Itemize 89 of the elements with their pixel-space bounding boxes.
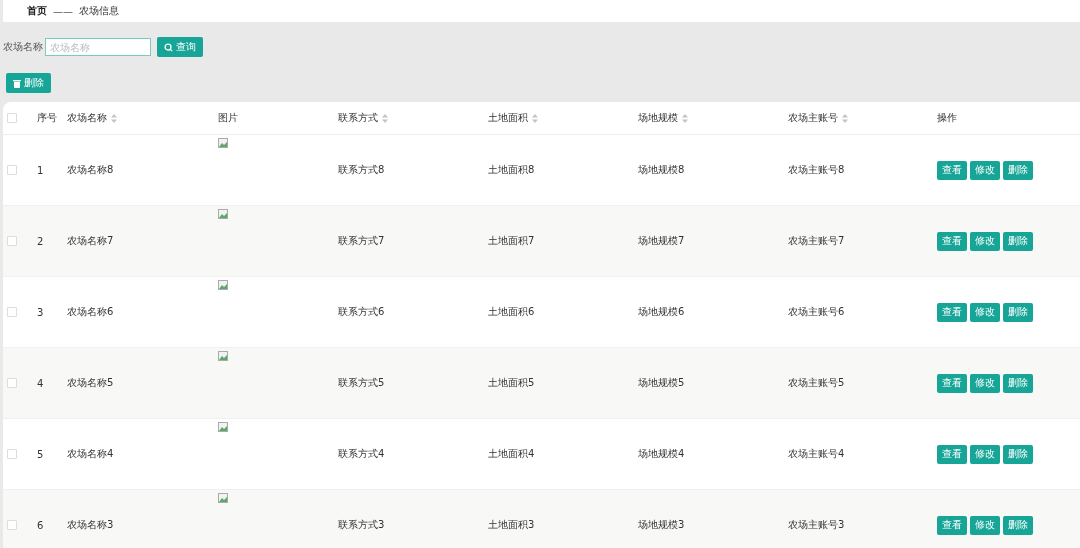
column-header: 图片: [218, 111, 238, 125]
table-cell: 土地面积7: [488, 234, 535, 248]
table-cell: 农场名称6: [67, 305, 114, 319]
table-cell: 土地面积3: [488, 518, 535, 532]
table-cell: 农场主账号7: [788, 234, 845, 248]
table-cell: 联系方式3: [338, 518, 385, 532]
search-field[interactable]: 农场名称: [45, 38, 151, 56]
column-header: 联系方式: [338, 111, 378, 125]
broken-image-icon: [218, 422, 228, 432]
sort-icon[interactable]: [382, 113, 388, 123]
table-cell: 5: [37, 448, 44, 460]
row-checkbox[interactable]: [7, 378, 17, 388]
column-header: 土地面积: [488, 111, 528, 125]
row-checkbox[interactable]: [7, 520, 17, 530]
table-cell: 场地规模8: [638, 163, 685, 177]
row-action-button[interactable]: 修改: [970, 231, 1000, 251]
table-cell: 农场名称7: [67, 234, 114, 248]
select-all-checkbox[interactable]: [7, 113, 17, 123]
row-action-button[interactable]: 删除: [1003, 373, 1033, 393]
row-action-button[interactable]: 删除: [1003, 444, 1033, 464]
row-checkbox[interactable]: [7, 449, 17, 459]
row-checkbox[interactable]: [7, 165, 17, 175]
table-cell: 土地面积5: [488, 376, 535, 390]
breadcrumb-current: 农场信息: [79, 4, 119, 18]
row-action-button[interactable]: 删除: [1003, 515, 1033, 535]
sort-icon[interactable]: [682, 113, 688, 123]
column-header: 农场主账号: [788, 111, 838, 125]
table-cell: 1: [37, 164, 44, 176]
table-cell: 农场主账号3: [788, 518, 845, 532]
table-cell: 6: [37, 519, 44, 531]
table-cell: 联系方式7: [338, 234, 385, 248]
table-cell: 农场名称3: [67, 518, 114, 532]
table-cell: 农场主账号5: [788, 376, 845, 390]
row-action-button[interactable]: 删除: [1003, 302, 1033, 322]
delete-button[interactable]: 删除: [6, 73, 51, 93]
broken-image-icon: [218, 493, 228, 503]
row-checkbox[interactable]: [7, 307, 17, 317]
table-cell: 农场主账号6: [788, 305, 845, 319]
table-cell: 联系方式5: [338, 376, 385, 390]
table-cell: 农场主账号4: [788, 447, 845, 461]
broken-image-icon: [218, 351, 228, 361]
row-action-button[interactable]: 查看: [937, 515, 967, 535]
search-button[interactable]: 查询: [157, 37, 203, 57]
breadcrumb-separator: ——: [53, 5, 73, 17]
row-action-button[interactable]: 修改: [970, 160, 1000, 180]
table-cell: 场地规模5: [638, 376, 685, 390]
row-action-button[interactable]: 删除: [1003, 160, 1033, 180]
broken-image-icon: [218, 138, 228, 148]
row-action-button[interactable]: 修改: [970, 515, 1000, 535]
sort-icon[interactable]: [111, 113, 117, 123]
row-action-button[interactable]: 修改: [970, 373, 1000, 393]
table-cell: 农场主账号8: [788, 163, 845, 177]
row-action-button[interactable]: 修改: [970, 444, 1000, 464]
column-header: 序号: [37, 111, 57, 125]
row-action-button[interactable]: 查看: [937, 444, 967, 464]
row-action-button[interactable]: 查看: [937, 231, 967, 251]
table-cell: 联系方式4: [338, 447, 385, 461]
broken-image-icon: [218, 280, 228, 290]
table-cell: 4: [37, 377, 44, 389]
row-checkbox[interactable]: [7, 236, 17, 246]
table-cell: 3: [37, 306, 44, 318]
search-icon: [164, 42, 173, 52]
broken-image-icon: [218, 209, 228, 219]
table-cell: 场地规模4: [638, 447, 685, 461]
column-header: 场地规模: [638, 111, 678, 125]
row-action-button[interactable]: 查看: [937, 373, 967, 393]
column-header: 农场名称: [67, 111, 107, 125]
table-cell: 土地面积4: [488, 447, 535, 461]
table-cell: 联系方式6: [338, 305, 385, 319]
table-cell: 联系方式8: [338, 163, 385, 177]
table-cell: 场地规模7: [638, 234, 685, 248]
table-cell: 土地面积8: [488, 163, 535, 177]
sort-icon[interactable]: [842, 113, 848, 123]
row-action-button[interactable]: 删除: [1003, 231, 1033, 251]
row-action-button[interactable]: 查看: [937, 302, 967, 322]
table-cell: 2: [37, 235, 44, 247]
search-label: 农场名称: [3, 40, 43, 54]
table-cell: 农场名称4: [67, 447, 114, 461]
table-cell: 土地面积6: [488, 305, 535, 319]
table-cell: 农场名称8: [67, 163, 114, 177]
breadcrumb-home[interactable]: 首页: [27, 4, 47, 18]
trash-icon: [13, 78, 21, 88]
sort-icon[interactable]: [532, 113, 538, 123]
table-cell: 农场名称5: [67, 376, 114, 390]
table-cell: 场地规模6: [638, 305, 685, 319]
table-cell: 场地规模3: [638, 518, 685, 532]
row-action-button[interactable]: 修改: [970, 302, 1000, 322]
column-header: 操作: [937, 111, 957, 125]
row-action-button[interactable]: 查看: [937, 160, 967, 180]
